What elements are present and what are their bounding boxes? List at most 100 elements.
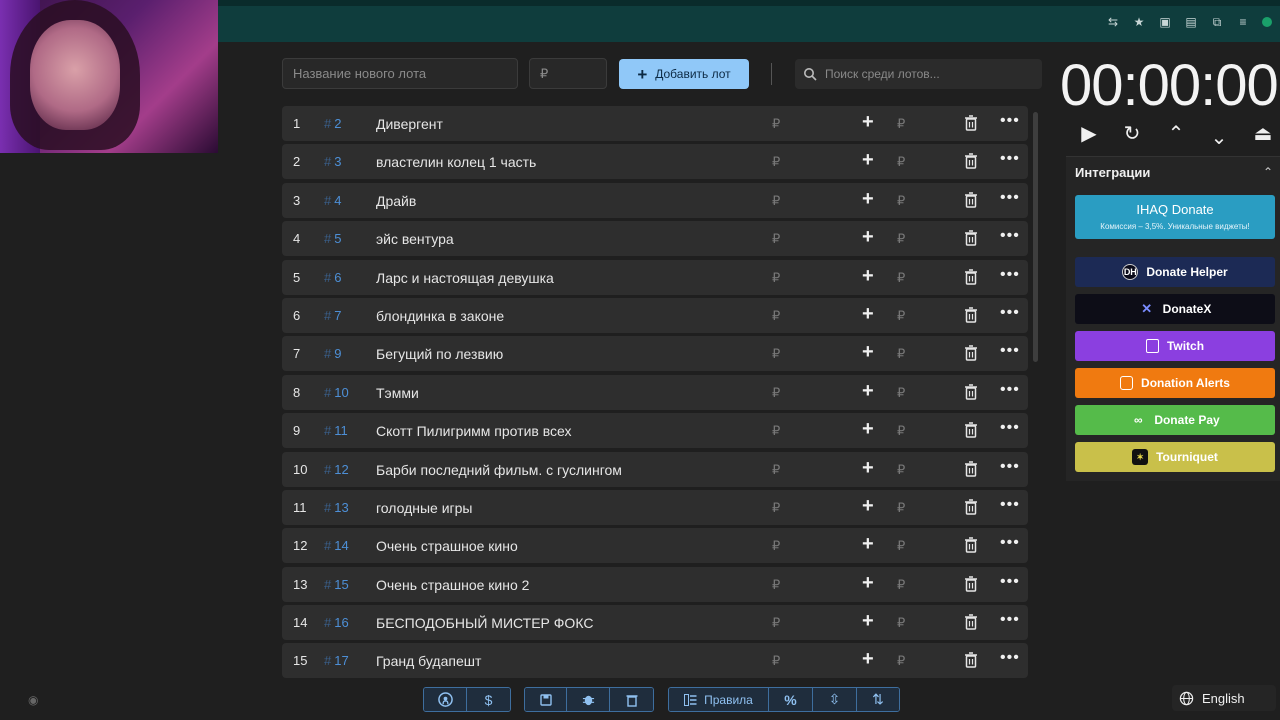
trash-icon[interactable] [964, 345, 978, 362]
clear-lots-button[interactable] [610, 688, 653, 711]
lot-row[interactable]: 8 #10 Тэмми ₽ + ₽ ••• [282, 374, 1028, 410]
lot-amount[interactable]: ₽ [772, 116, 780, 132]
more-options-icon[interactable]: ••• [1000, 150, 1020, 168]
lot-id[interactable]: #4 [324, 193, 341, 208]
more-options-icon[interactable]: ••• [1000, 112, 1020, 130]
lot-row[interactable]: 1 #2 Дивергент ₽ + ₽ ••• [282, 106, 1028, 141]
lot-amount[interactable]: ₽ [772, 385, 780, 401]
lot-add-amount-input[interactable]: ₽ [897, 538, 905, 554]
add-lot-button[interactable]: + Добавить лот [619, 59, 749, 89]
translate-icon[interactable]: ⇆ [1106, 15, 1120, 29]
lot-row[interactable]: 4 #5 эйс вентура ₽ + ₽ ••• [282, 221, 1028, 257]
trash-icon[interactable] [964, 307, 978, 323]
lot-add-amount-input[interactable]: ₽ [897, 615, 905, 631]
lot-row[interactable]: 11 #13 голодные игры ₽ + ₽ ••• [282, 489, 1028, 525]
split-button[interactable]: ⇳ [813, 688, 857, 711]
bookmark-star-icon[interactable]: ★ [1132, 15, 1146, 29]
lot-name[interactable]: эйс вентура [376, 231, 454, 247]
lot-id[interactable]: #12 [324, 462, 349, 477]
donate-helper-button[interactable]: DH Donate Helper [1075, 257, 1275, 287]
lot-add-amount-input[interactable]: ₽ [897, 231, 905, 247]
lot-id[interactable]: #5 [324, 231, 341, 246]
lot-add-amount-input[interactable]: ₽ [897, 193, 905, 209]
lot-id[interactable]: #16 [324, 615, 349, 630]
add-amount-icon[interactable]: + [862, 610, 874, 633]
lot-name[interactable]: блондинка в законе [376, 308, 504, 324]
lot-amount[interactable]: ₽ [772, 538, 780, 554]
lot-id[interactable]: #11 [324, 423, 348, 438]
lot-amount-input[interactable]: ₽ [529, 58, 607, 89]
tourniquet-button[interactable]: ✶ Tourniquet [1075, 442, 1275, 472]
extension-icon[interactable]: ▣ [1158, 15, 1172, 29]
add-amount-icon[interactable]: + [862, 533, 874, 556]
trash-icon[interactable] [964, 268, 978, 285]
lot-row[interactable]: 7 #9 Бегущий по лезвию ₽ + ₽ ••• [282, 336, 1028, 372]
language-selector[interactable]: English [1172, 685, 1276, 711]
play-icon[interactable]: ▶ [1077, 122, 1101, 146]
twitch-button[interactable]: Twitch [1075, 331, 1275, 361]
more-options-icon[interactable]: ••• [1000, 458, 1020, 476]
timer-down-icon[interactable]: ⌄ [1207, 126, 1231, 150]
extension-icon[interactable]: ▤ [1184, 15, 1198, 29]
lot-add-amount-input[interactable]: ₽ [897, 653, 905, 669]
lot-id[interactable]: #15 [324, 577, 349, 592]
lot-amount[interactable]: ₽ [772, 500, 780, 516]
lot-amount[interactable]: ₽ [772, 346, 780, 362]
add-amount-icon[interactable]: + [862, 149, 874, 172]
rules-button[interactable]: Правила [669, 688, 769, 711]
lot-name[interactable]: Барби последний фильм. с гуслингом [376, 462, 622, 478]
lot-name[interactable]: Очень страшное кино 2 [376, 577, 529, 593]
lot-amount[interactable]: ₽ [772, 154, 780, 170]
lot-id[interactable]: #7 [324, 308, 341, 323]
lot-name[interactable]: Бегущий по лезвию [376, 346, 503, 362]
lot-id[interactable]: #2 [324, 116, 341, 131]
more-options-icon[interactable]: ••• [1000, 496, 1020, 514]
more-options-icon[interactable]: ••• [1000, 573, 1020, 591]
add-amount-icon[interactable]: + [862, 572, 874, 595]
trash-icon[interactable] [964, 614, 978, 630]
more-options-icon[interactable]: ••• [1000, 649, 1020, 667]
trash-icon[interactable] [964, 153, 978, 170]
media-icon[interactable]: ≡ [1236, 15, 1250, 29]
lot-amount[interactable]: ₽ [772, 462, 780, 478]
lot-name[interactable]: Драйв [376, 193, 416, 209]
lot-amount[interactable]: ₽ [772, 615, 780, 631]
puzzle-icon[interactable]: ⧉ [1210, 15, 1224, 29]
more-options-icon[interactable]: ••• [1000, 534, 1020, 552]
add-amount-icon[interactable]: + [862, 457, 874, 480]
donation-alerts-button[interactable]: Donation Alerts [1075, 368, 1275, 398]
donatex-button[interactable]: ✕ DonateX [1075, 294, 1275, 324]
add-amount-icon[interactable]: + [862, 265, 874, 288]
donate-pay-button[interactable]: ∞ Donate Pay [1075, 405, 1275, 435]
lot-add-amount-input[interactable]: ₽ [897, 577, 905, 593]
lot-add-amount-input[interactable]: ₽ [897, 346, 905, 362]
lot-row[interactable]: 14 #16 БЕСПОДОБНЫЙ МИСТЕР ФОКС ₽ + ₽ ••• [282, 605, 1028, 641]
lot-id[interactable]: #14 [324, 538, 349, 553]
add-amount-icon[interactable]: + [862, 648, 874, 671]
save-button[interactable] [525, 688, 567, 711]
lot-name[interactable]: властелин колец 1 часть [376, 154, 536, 170]
lot-row[interactable]: 12 #14 Очень страшное кино ₽ + ₽ ••• [282, 528, 1028, 564]
lot-search-input[interactable]: Поиск среди лотов... [795, 59, 1042, 89]
bug-report-button[interactable] [567, 688, 610, 711]
lot-add-amount-input[interactable]: ₽ [897, 116, 905, 132]
lot-row[interactable]: 2 #3 властелин колец 1 часть ₽ + ₽ ••• [282, 144, 1028, 180]
add-amount-icon[interactable]: + [862, 111, 874, 134]
ihaq-donate-button[interactable]: IHAQ Donate Комиссия – 3,5%. Уникальные … [1075, 195, 1275, 239]
lot-name[interactable]: Дивергент [376, 116, 443, 132]
lot-amount[interactable]: ₽ [772, 423, 780, 439]
lot-add-amount-input[interactable]: ₽ [897, 270, 905, 286]
eye-icon[interactable]: ◉ [28, 693, 44, 707]
add-amount-icon[interactable]: + [862, 495, 874, 518]
more-options-icon[interactable]: ••• [1000, 189, 1020, 207]
lot-name[interactable]: Гранд будапешт [376, 653, 481, 669]
lot-add-amount-input[interactable]: ₽ [897, 500, 905, 516]
more-options-icon[interactable]: ••• [1000, 227, 1020, 245]
lots-scrollbar[interactable] [1033, 112, 1038, 362]
lot-amount[interactable]: ₽ [772, 653, 780, 669]
reset-icon[interactable]: ↻ [1120, 122, 1144, 146]
more-options-icon[interactable]: ••• [1000, 611, 1020, 629]
lot-name[interactable]: Тэмми [376, 385, 419, 401]
lot-amount[interactable]: ₽ [772, 231, 780, 247]
lot-name[interactable]: БЕСПОДОБНЫЙ МИСТЕР ФОКС [376, 615, 593, 631]
